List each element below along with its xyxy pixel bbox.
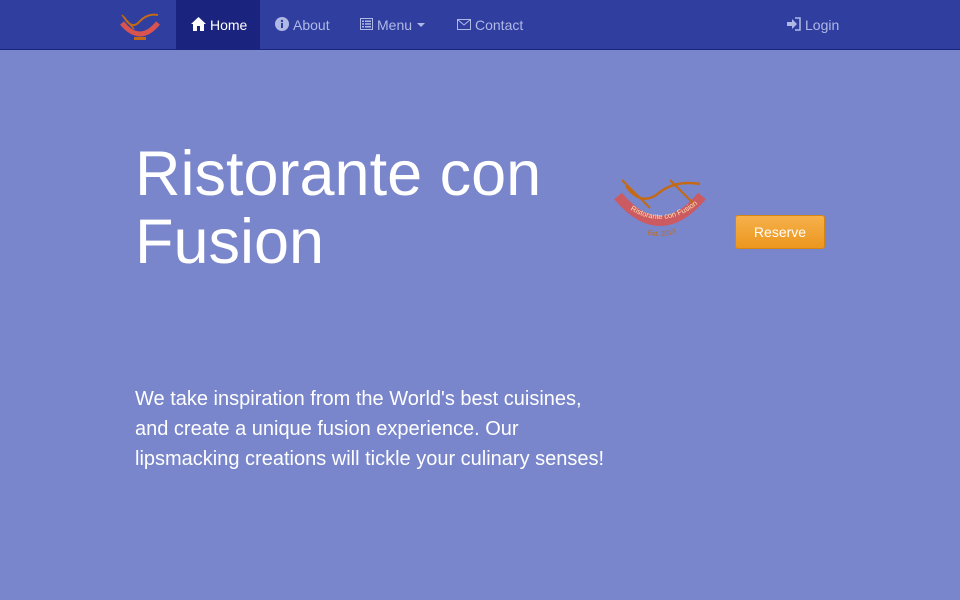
- restaurant-logo: Ristorante con Fusion Est. 2013: [612, 174, 708, 244]
- navbar: Home About Menu Contact Login: [0, 0, 960, 50]
- login-icon: [787, 16, 805, 34]
- nav-contact-label: Contact: [475, 17, 524, 33]
- svg-text:Est. 2013: Est. 2013: [647, 228, 677, 238]
- nav-home[interactable]: Home: [176, 0, 260, 50]
- list-icon: [360, 17, 377, 33]
- reserve-button[interactable]: Reserve: [735, 215, 825, 249]
- nav-contact[interactable]: Contact: [442, 0, 538, 50]
- login-label: Login: [805, 17, 840, 33]
- login-link[interactable]: Login: [772, 0, 854, 50]
- info-icon: [275, 16, 293, 34]
- chevron-down-icon: [417, 23, 426, 27]
- restaurant-description: We take inspiration from the World's bes…: [135, 388, 605, 470]
- nav-about-label: About: [293, 17, 330, 33]
- nav-menu-label: Menu: [377, 17, 413, 33]
- envelope-icon: [457, 17, 475, 33]
- page-title: Ristorante con Fusion: [135, 139, 542, 277]
- home-icon: [191, 16, 210, 34]
- nav-about[interactable]: About: [260, 0, 345, 50]
- brand-logo[interactable]: [118, 11, 162, 45]
- nav-menu[interactable]: Menu: [345, 0, 440, 50]
- nav-home-label: Home: [210, 17, 248, 33]
